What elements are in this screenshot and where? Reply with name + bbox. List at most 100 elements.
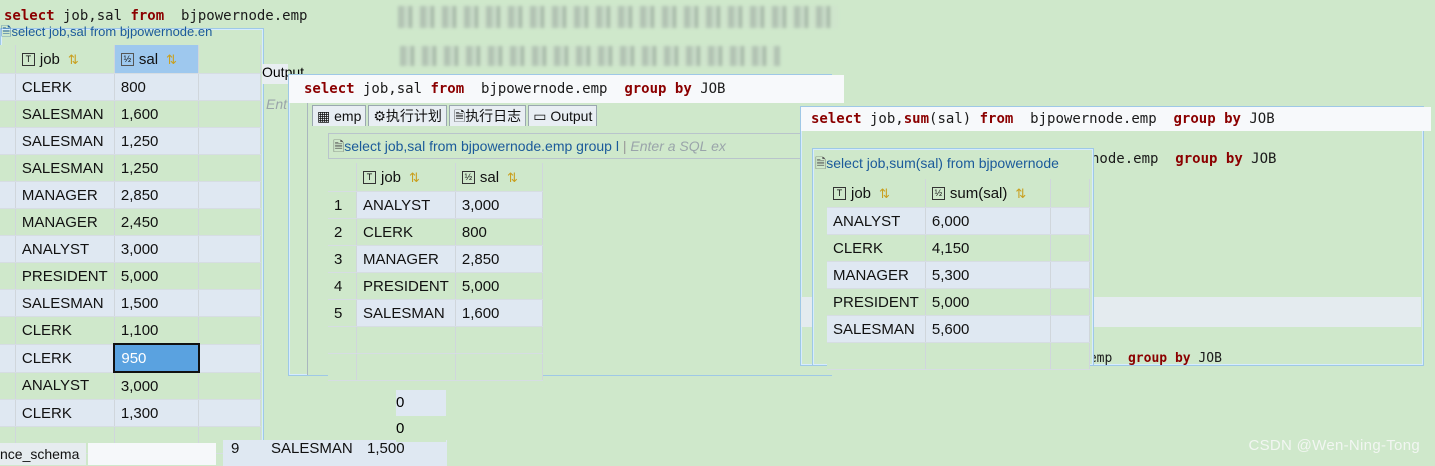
tab-output[interactable]: ▭ Output: [528, 105, 598, 126]
cell-job[interactable]: SALESMAN: [356, 299, 456, 327]
table-row[interactable]: SALESMAN 1,600: [0, 100, 261, 128]
column-header-sal[interactable]: ½ sal ⇅: [455, 163, 543, 192]
cell-job[interactable]: SALESMAN: [15, 289, 115, 317]
left-query-tab[interactable]: 🗎select job,sal from bjpowernode.en: [1, 23, 212, 45]
cell-job[interactable]: SALESMAN: [15, 127, 115, 155]
cell-sum-sal[interactable]: 6,000: [925, 207, 1051, 235]
column-header-job[interactable]: Tjob ⇅: [827, 179, 926, 208]
cell-job[interactable]: MANAGER: [15, 181, 115, 209]
table-row[interactable]: MANAGER 5,300: [827, 261, 1090, 289]
table-row[interactable]: CLERK 950: [0, 343, 261, 373]
cell-job[interactable]: ANALYST: [827, 207, 926, 235]
cell-job[interactable]: ANALYST: [15, 235, 115, 263]
table-row[interactable]: MANAGER 2,450: [0, 208, 261, 236]
numeric-type-icon: ½: [461, 171, 475, 185]
cell-job[interactable]: PRESIDENT: [827, 288, 926, 316]
cell-job[interactable]: CLERK: [827, 234, 926, 262]
table-row[interactable]: CLERK 800: [0, 73, 261, 101]
table-row[interactable]: CLERK 4,150: [827, 234, 1090, 262]
column-header-sum-sal[interactable]: ½ sum(sal) ⇅: [925, 179, 1051, 208]
cell-sum-sal[interactable]: 5,300: [925, 261, 1051, 289]
table-row[interactable]: ANALYST 3,000: [0, 235, 261, 263]
cell-job[interactable]: SALESMAN: [15, 100, 115, 128]
sort-icon[interactable]: ⇅: [879, 186, 890, 202]
right-sql-editor[interactable]: select job,sum(sal) from bjpowernode.emp…: [801, 107, 1431, 131]
right-results-panel: 🗎select job,sum(sal) from bjpowernode Tj…: [812, 148, 1094, 370]
cell-job[interactable]: MANAGER: [356, 245, 456, 273]
cell-sal[interactable]: 3,000: [114, 372, 200, 400]
cell-sum-sal[interactable]: 4,150: [925, 234, 1051, 262]
tab-log[interactable]: 🗎执行日志: [448, 105, 527, 126]
sort-icon[interactable]: ⇅: [409, 170, 420, 186]
cell-sal[interactable]: 5,000: [455, 272, 543, 300]
cell-sal[interactable]: 1,300: [114, 399, 200, 427]
table-row[interactable]: 3 MANAGER 2,850: [328, 245, 543, 273]
table-row[interactable]: 5 SALESMAN 1,600: [328, 299, 543, 327]
query-filter-bar[interactable]: 🗎select job,sal from bjpowernode.emp gro…: [328, 133, 820, 159]
table-row[interactable]: SALESMAN 5,600: [827, 315, 1090, 343]
cell-sal[interactable]: 1,100: [114, 316, 200, 345]
cell-sal[interactable]: 1,250: [114, 154, 200, 182]
cell-job[interactable]: CLERK: [15, 399, 115, 427]
tab-plan[interactable]: ⚙执行计划: [368, 105, 447, 126]
cell-sal[interactable]: 1,250: [114, 127, 200, 155]
cell-empty: [198, 154, 261, 182]
cell-job[interactable]: SALESMAN: [15, 154, 115, 182]
table-row[interactable]: MANAGER 2,850: [0, 181, 261, 209]
cell-sum-sal[interactable]: 5,600: [925, 315, 1051, 343]
cell-job[interactable]: PRESIDENT: [15, 262, 115, 290]
table-row[interactable]: 2 CLERK 800: [328, 218, 543, 246]
cell-job[interactable]: ANALYST: [356, 191, 456, 219]
cell-job[interactable]: ANALYST: [15, 372, 115, 400]
row-number: 4: [328, 272, 357, 300]
table-row[interactable]: SALESMAN 1,250: [0, 127, 261, 155]
sort-icon[interactable]: ⇅: [166, 52, 177, 68]
cell-sal[interactable]: 800: [455, 218, 543, 246]
cell-empty: [198, 289, 261, 317]
cell-job[interactable]: SALESMAN: [827, 315, 926, 343]
middle-sql-editor[interactable]: select job,sal from bjpowernode.emp grou…: [289, 75, 844, 103]
cell-empty: [1050, 342, 1090, 370]
cell-job[interactable]: CLERK: [15, 316, 115, 345]
column-header-job[interactable]: Tjob ⇅: [356, 163, 456, 192]
sort-icon[interactable]: ⇅: [1015, 186, 1026, 202]
table-row[interactable]: SALESMAN 1,250: [0, 154, 261, 182]
sql-file-icon: 🗎: [815, 155, 827, 171]
cell-sal[interactable]: 3,000: [114, 235, 200, 263]
sort-icon[interactable]: ⇅: [507, 170, 518, 186]
table-row[interactable]: SALESMAN 1,500: [0, 289, 261, 317]
column-header-job[interactable]: Tjob ⇅: [15, 45, 115, 74]
cell-sal[interactable]: 2,850: [114, 181, 200, 209]
cell-sal[interactable]: 800: [114, 73, 200, 101]
sort-icon[interactable]: ⇅: [68, 52, 79, 68]
cell-job[interactable]: MANAGER: [15, 208, 115, 236]
table-row[interactable]: CLERK 1,100: [0, 316, 261, 345]
table-row[interactable]: PRESIDENT 5,000: [827, 288, 1090, 316]
cell-sal[interactable]: 1,600: [114, 100, 200, 128]
table-row[interactable]: ANALYST 6,000: [827, 207, 1090, 235]
cell-sal[interactable]: 950: [113, 343, 200, 373]
cell-sal[interactable]: 1,500: [114, 289, 200, 317]
table-row[interactable]: 4 PRESIDENT 5,000: [328, 272, 543, 300]
cell-job[interactable]: MANAGER: [827, 261, 926, 289]
filter-placeholder[interactable]: Enter a SQL ex: [630, 138, 725, 154]
schema-tree-item[interactable]: nce_schema: [0, 443, 86, 465]
cell-job[interactable]: CLERK: [15, 73, 115, 101]
table-row[interactable]: 1 ANALYST 3,000: [328, 191, 543, 219]
tab-emp[interactable]: ▦ emp: [312, 105, 367, 126]
cell-sal[interactable]: 3,000: [455, 191, 543, 219]
cell-sum-sal[interactable]: 5,000: [925, 288, 1051, 316]
cell-job[interactable]: CLERK: [15, 344, 115, 373]
cell-sal[interactable]: 2,850: [455, 245, 543, 273]
cell-job[interactable]: CLERK: [356, 218, 456, 246]
output-tab-fragment[interactable]: Output: [262, 64, 304, 84]
cell-sal[interactable]: 5,000: [114, 262, 200, 290]
cell-sal[interactable]: 2,450: [114, 208, 200, 236]
cell-sal[interactable]: 1,600: [455, 299, 543, 327]
table-row[interactable]: PRESIDENT 5,000: [0, 262, 261, 290]
right-query-tab[interactable]: 🗎select job,sum(sal) from bjpowernode: [815, 153, 1091, 177]
cell-job[interactable]: PRESIDENT: [356, 272, 456, 300]
column-header-sal[interactable]: ½ sal ⇅: [114, 45, 200, 74]
table-row[interactable]: ANALYST 3,000: [0, 372, 261, 400]
table-row[interactable]: CLERK 1,300: [0, 399, 261, 427]
